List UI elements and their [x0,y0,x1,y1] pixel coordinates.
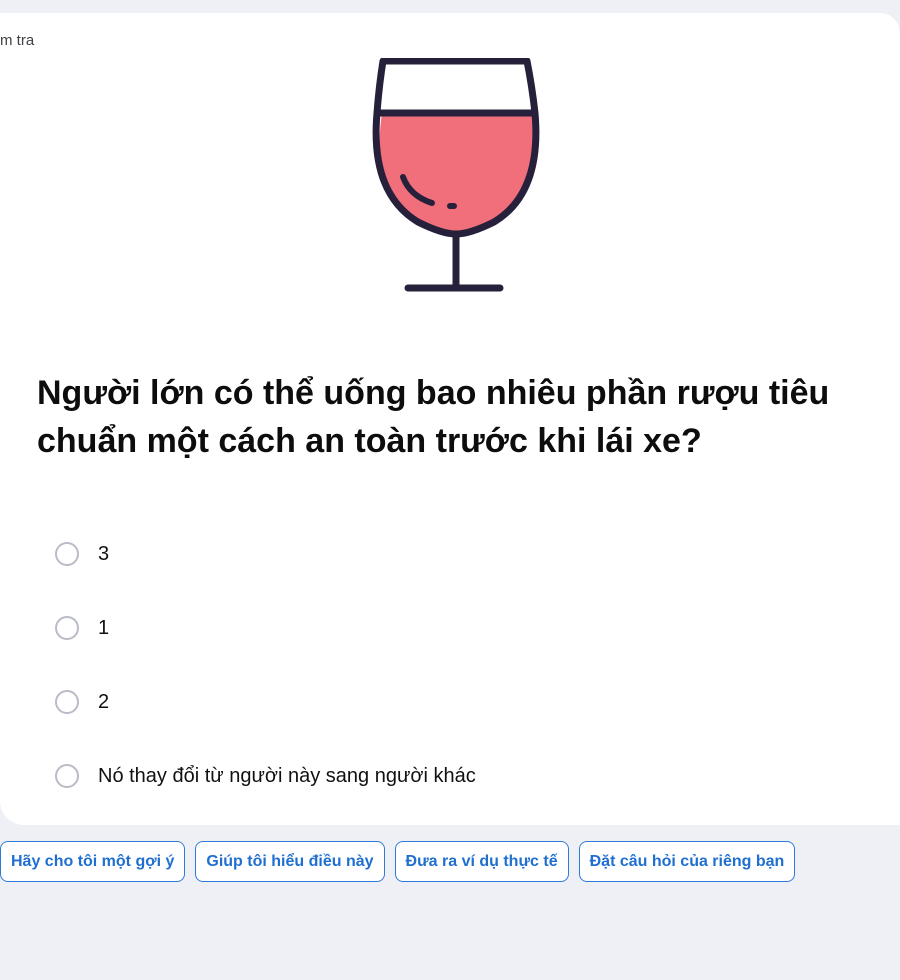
card-header-label: m tra [0,32,35,49]
quiz-page: m tra Người lớn có thể uống bao nhiêu ph… [0,0,900,980]
ask-own-question-button[interactable]: Đặt câu hỏi của riêng bạn [578,841,796,882]
answer-option[interactable]: 3 [55,517,855,591]
question-text: Người lớn có thể uống bao nhiêu phần rượ… [37,374,830,460]
answer-options: 3 1 2 Nó thay đổi từ người này sang ngườ… [55,517,855,813]
hint-button[interactable]: Hãy cho tôi một gợi ý [0,841,186,882]
explain-button[interactable]: Giúp tôi hiểu điều này [195,841,385,882]
radio-button[interactable] [55,616,79,640]
answer-option-label: 1 [98,616,110,639]
suggestion-chips: Hãy cho tôi một gợi ý Giúp tôi hiểu điều… [0,841,796,882]
answer-option[interactable]: 1 [55,591,855,665]
answer-option-label: Nó thay đổi từ người này sang người khác [98,764,476,787]
answer-option[interactable]: Nó thay đổi từ người này sang người khác [55,739,855,813]
answer-option-label: 3 [98,542,110,565]
answer-option[interactable]: 2 [55,665,855,739]
radio-button[interactable] [55,764,79,788]
radio-button[interactable] [55,542,79,566]
question-card: m tra Người lớn có thể uống bao nhiêu ph… [0,13,900,825]
answer-option-label: 2 [98,690,110,713]
wine-glass-icon [372,58,540,292]
radio-button[interactable] [55,690,79,714]
real-example-button[interactable]: Đưa ra ví dụ thực tế [394,841,569,882]
